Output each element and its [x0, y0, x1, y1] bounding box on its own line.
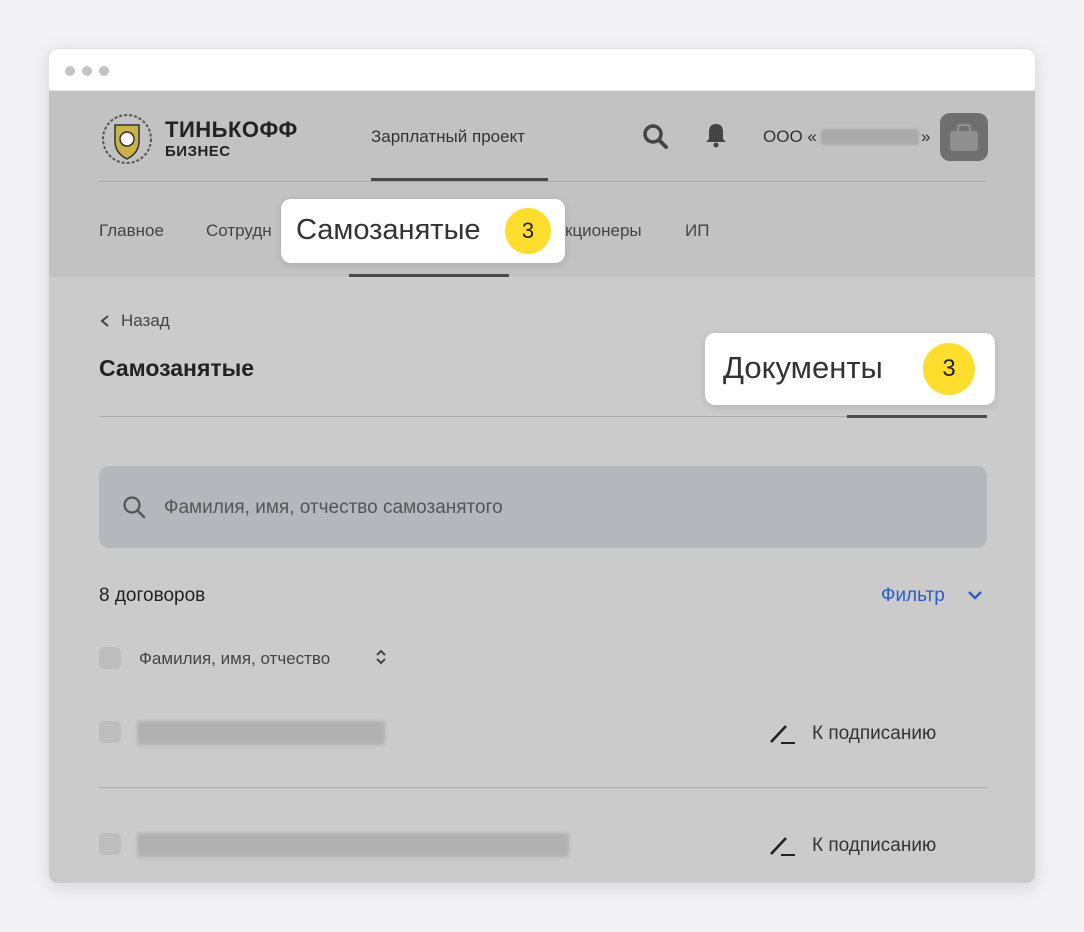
row-checkbox[interactable] [99, 721, 121, 743]
contracts-count: 8 договоров [99, 585, 206, 606]
nav-item-ip[interactable]: ИП [685, 221, 709, 241]
nav-item-main[interactable]: Главное [99, 221, 164, 241]
org-name-suffix: » [921, 127, 931, 146]
row-status: К подписанию [812, 723, 937, 744]
window-control-dot[interactable] [82, 66, 92, 76]
page-title: Самозанятые [99, 355, 255, 381]
briefcase-icon [950, 123, 978, 151]
window-control-dot[interactable] [65, 66, 75, 76]
avatar[interactable] [940, 113, 988, 161]
nav-item-shareholders[interactable]: кционеры [565, 221, 642, 241]
row-checkbox[interactable] [99, 833, 121, 855]
logo-wordmark: ТИНЬКОФФ [165, 117, 298, 142]
pen-icon [770, 837, 795, 856]
header-divider [99, 181, 987, 182]
documents-count-badge: 3 [923, 343, 975, 395]
logo-subtitle: БИЗНЕС [165, 143, 231, 160]
filter-button[interactable]: Фильтр [881, 585, 945, 607]
tab-selfemployed-label: Самозанятые [296, 214, 481, 246]
tab-documents-callout[interactable]: Документы 3 [705, 333, 995, 405]
search-icon[interactable] [640, 121, 670, 151]
row-divider [99, 787, 987, 788]
nav-item-employees[interactable]: Сотрудн [206, 221, 272, 241]
bell-icon[interactable] [701, 120, 731, 150]
select-all-checkbox[interactable] [99, 647, 121, 669]
back-label: Назад [121, 311, 170, 330]
product-tab[interactable]: Зарплатный проект [371, 127, 525, 147]
search-placeholder: Фамилия, имя, отчество самозанятого [164, 497, 503, 518]
search-icon [123, 496, 146, 519]
pen-icon [770, 725, 795, 744]
documents-tab-indicator [847, 415, 987, 418]
org-name-redacted [821, 129, 919, 145]
tinkoff-business-logo[interactable]: ТИНЬКОФФ БИЗНЕС [99, 111, 329, 167]
window-titlebar [49, 49, 1035, 91]
selfemployed-count-badge: 3 [505, 208, 551, 254]
org-name-prefix[interactable]: ООО « [763, 127, 817, 147]
column-header-name[interactable]: Фамилия, имя, отчество [139, 649, 330, 669]
window-control-dot[interactable] [99, 66, 109, 76]
tinkoff-emblem-icon [102, 114, 152, 164]
search-input[interactable]: Фамилия, имя, отчество самозанятого [99, 466, 987, 548]
row-name-redacted [137, 721, 385, 745]
row-status: К подписанию [812, 835, 937, 856]
chevron-down-icon[interactable] [967, 587, 983, 603]
nav-active-indicator [349, 274, 509, 277]
browser-window: ТИНЬКОФФ БИЗНЕС Зарплатный проект ООО « … [48, 48, 1036, 884]
tab-documents-label: Документы [723, 350, 883, 385]
row-name-redacted [137, 833, 569, 857]
sort-icon[interactable] [374, 647, 388, 667]
tab-selfemployed-callout[interactable]: Самозанятые 3 [281, 199, 565, 263]
chevron-left-icon [100, 315, 109, 327]
